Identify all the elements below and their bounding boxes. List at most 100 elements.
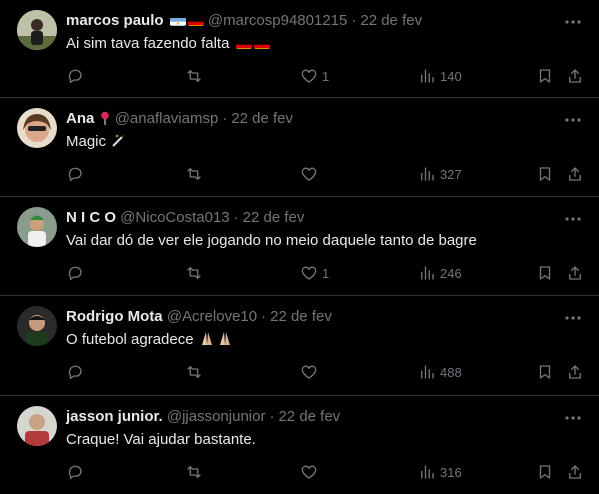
tweet-date[interactable]: 22 de fev <box>270 308 332 325</box>
share-button[interactable] <box>566 164 584 184</box>
like-button[interactable]: 1 <box>300 66 329 86</box>
more-options-icon[interactable] <box>563 12 583 32</box>
bookmark-button[interactable] <box>536 362 554 382</box>
views-icon <box>421 266 434 280</box>
heart-icon <box>301 69 317 83</box>
reply-icon <box>68 465 82 480</box>
tweet-date[interactable]: 22 de fev <box>243 209 305 226</box>
bookmark-button[interactable] <box>536 263 554 283</box>
user-handle[interactable]: @jjassonjunior <box>167 408 266 425</box>
user-handle[interactable]: @anaflaviamsp <box>115 110 219 127</box>
views-button[interactable]: 246 <box>418 263 462 283</box>
tweet-text: O futebol agradece <box>66 330 234 350</box>
bookmark-button[interactable] <box>536 164 554 184</box>
separator-dot: · <box>261 308 267 325</box>
avatar[interactable] <box>17 406 57 446</box>
avatar[interactable] <box>17 10 57 50</box>
view-count: 316 <box>440 464 462 480</box>
retweet-button[interactable] <box>185 263 203 283</box>
like-button[interactable] <box>300 362 322 382</box>
tweet[interactable]: Rodrigo Mota @Acrelove10 · 22 de fev O fut… <box>0 296 599 396</box>
retweet-button[interactable] <box>185 164 203 184</box>
pin-icon <box>99 110 111 127</box>
tweet-date[interactable]: 22 de fev <box>360 12 422 29</box>
view-count: 246 <box>440 265 462 281</box>
share-button[interactable] <box>566 362 584 382</box>
bookmark-icon <box>539 465 551 479</box>
user-handle[interactable]: @marcosp94801215 <box>208 12 347 29</box>
more-options-icon[interactable] <box>563 209 583 229</box>
germany-flag-icon <box>253 38 270 49</box>
reply-icon <box>68 69 82 84</box>
display-name[interactable]: N I C O <box>66 209 116 226</box>
reply-button[interactable] <box>66 66 84 86</box>
share-icon <box>569 465 581 479</box>
share-icon <box>569 266 581 280</box>
retweet-icon <box>187 267 201 279</box>
display-name[interactable]: marcos paulo <box>66 12 164 29</box>
heart-icon <box>301 465 317 479</box>
tweet-date[interactable]: 22 de fev <box>278 408 340 425</box>
reply-button[interactable] <box>66 263 84 283</box>
reply-icon <box>68 266 82 281</box>
views-button[interactable]: 140 <box>418 66 462 86</box>
bookmark-icon <box>539 167 551 181</box>
share-button[interactable] <box>566 66 584 86</box>
bookmark-icon <box>539 365 551 379</box>
reply-button[interactable] <box>66 462 84 482</box>
user-handle[interactable]: @Acrelove10 <box>167 308 257 325</box>
bookmark-icon <box>539 266 551 280</box>
views-icon <box>421 365 434 379</box>
share-icon <box>569 365 581 379</box>
more-options-icon[interactable] <box>563 110 583 130</box>
view-count: 488 <box>440 364 462 380</box>
tweet-text: Craque! Vai ajudar bastante. <box>66 431 256 448</box>
reply-icon <box>68 365 82 380</box>
retweet-icon <box>187 466 201 478</box>
heart-icon <box>301 266 317 280</box>
tweet-text: Vai dar dó de ver ele jogando no meio da… <box>66 232 477 249</box>
tweet[interactable]: Ana @anaflaviamsp · 22 de fev Magic 327 <box>0 98 599 197</box>
more-options-icon[interactable] <box>563 408 583 428</box>
views-button[interactable]: 316 <box>418 462 462 482</box>
bookmark-icon <box>539 69 551 83</box>
avatar[interactable] <box>17 207 57 247</box>
retweet-button[interactable] <box>185 462 203 482</box>
heart-icon <box>301 365 317 379</box>
views-button[interactable]: 327 <box>418 164 462 184</box>
view-count: 327 <box>440 166 462 182</box>
like-button[interactable] <box>300 462 322 482</box>
avatar[interactable] <box>17 108 57 148</box>
retweet-icon <box>187 168 201 180</box>
views-button[interactable]: 488 <box>418 362 462 382</box>
bookmark-button[interactable] <box>536 66 554 86</box>
germany-flag-icon <box>187 15 204 26</box>
avatar[interactable] <box>17 306 57 346</box>
tweet-date[interactable]: 22 de fev <box>231 110 293 127</box>
retweet-button[interactable] <box>185 66 203 86</box>
share-icon <box>569 167 581 181</box>
folded-hands-icon <box>198 331 234 348</box>
tweet[interactable]: jasson junior. @jjassonjunior · 22 de fev … <box>0 396 599 494</box>
display-name[interactable]: jasson junior. <box>66 408 163 425</box>
retweet-button[interactable] <box>185 362 203 382</box>
share-button[interactable] <box>566 462 584 482</box>
display-name[interactable]: Rodrigo Mota <box>66 308 163 325</box>
reply-button[interactable] <box>66 164 84 184</box>
share-icon <box>569 69 581 83</box>
separator-dot: · <box>222 110 228 127</box>
display-name[interactable]: Ana <box>66 110 94 127</box>
tweet[interactable]: N I C O @NicoCosta013 · 22 de fev Vai dar … <box>0 197 599 296</box>
timeline: marcos paulo @marcosp94801215 · 22 de fev … <box>0 0 599 494</box>
views-icon <box>421 69 434 83</box>
tweet[interactable]: marcos paulo @marcosp94801215 · 22 de fev … <box>0 0 599 98</box>
separator-dot: · <box>269 408 275 425</box>
like-button[interactable]: 1 <box>300 263 329 283</box>
bookmark-button[interactable] <box>536 462 554 482</box>
user-handle[interactable]: @NicoCosta013 <box>120 209 229 226</box>
reply-button[interactable] <box>66 362 84 382</box>
share-button[interactable] <box>566 263 584 283</box>
like-button[interactable] <box>300 164 322 184</box>
like-count: 1 <box>322 68 330 84</box>
more-options-icon[interactable] <box>563 308 583 328</box>
